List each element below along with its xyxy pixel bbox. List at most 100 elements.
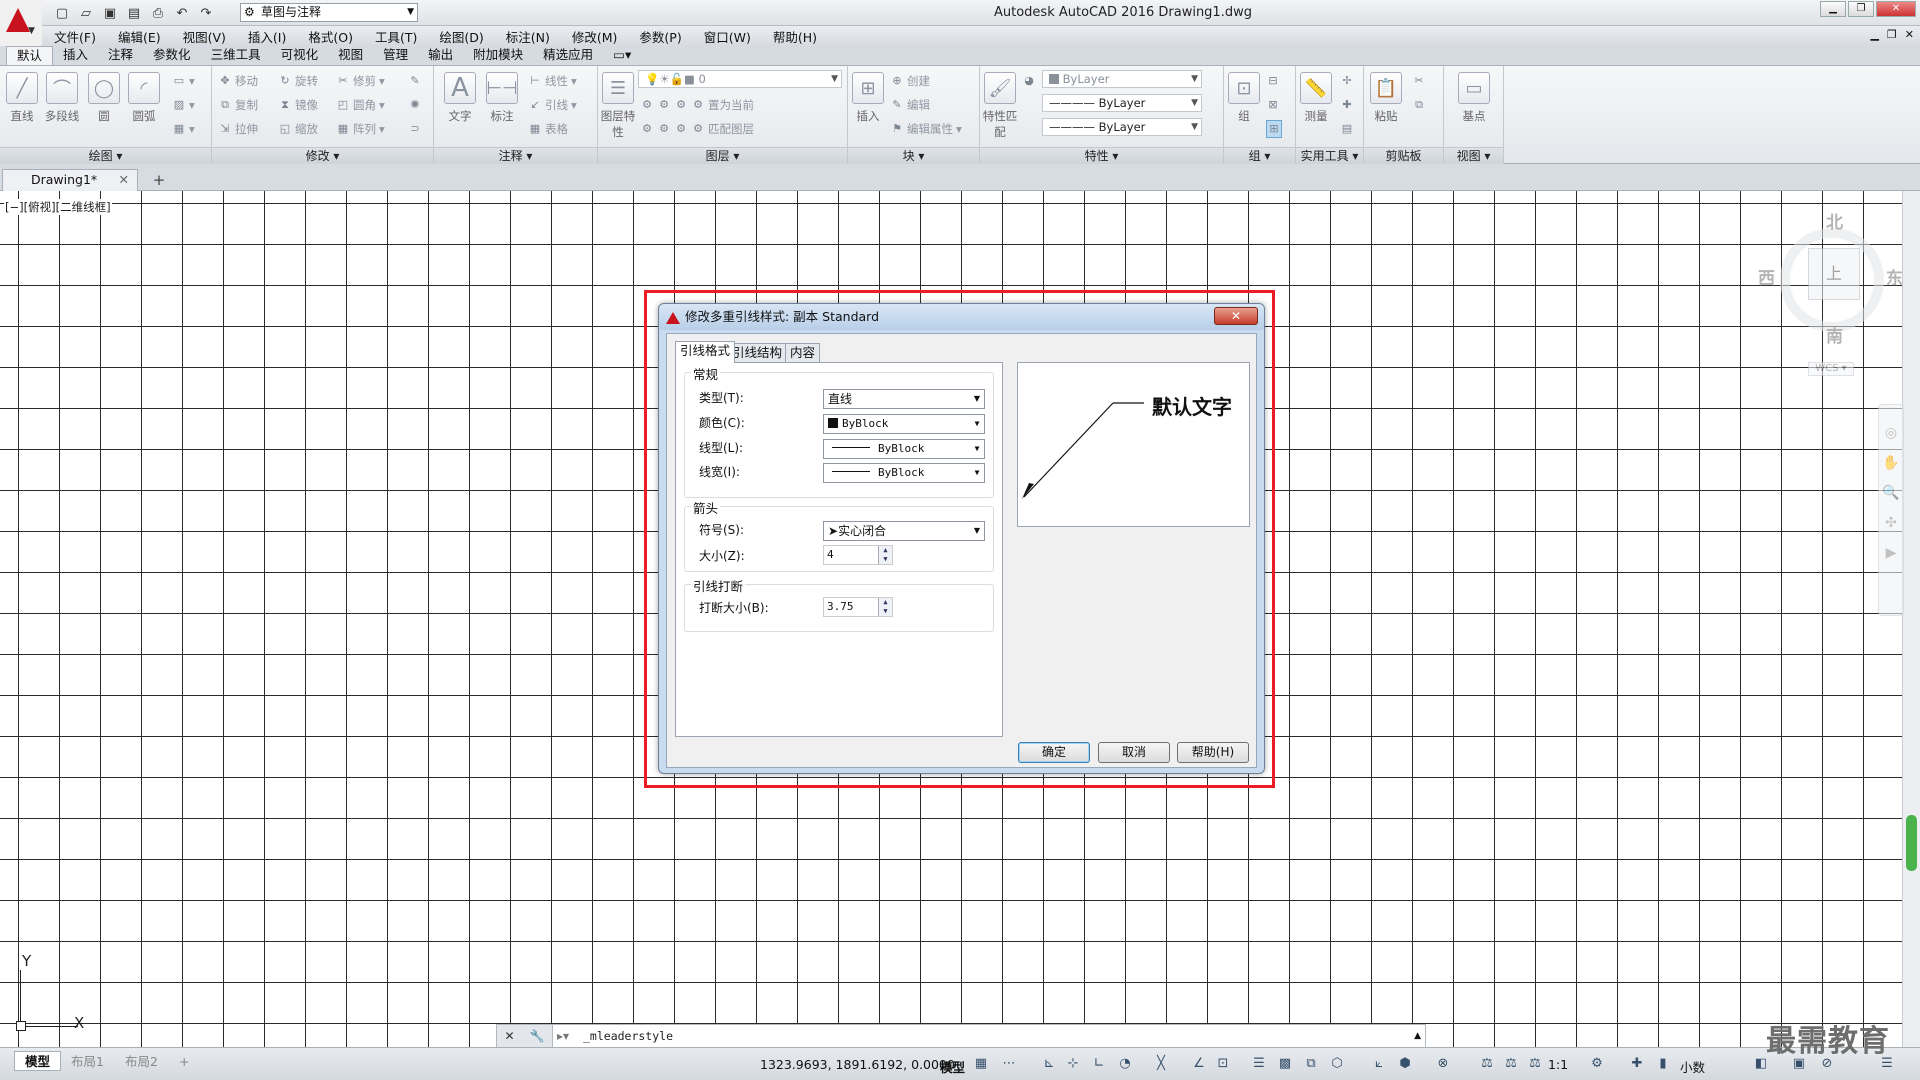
mirror-button[interactable]: ⧗ 镜像 bbox=[278, 96, 318, 114]
isodraft-icon[interactable]: ╳ bbox=[1152, 1055, 1170, 1073]
tab-view[interactable]: 视图 bbox=[328, 46, 373, 65]
showmotion-icon[interactable]: ▶ bbox=[1886, 545, 1897, 561]
array-button[interactable]: ▦ 阵列 ▾ bbox=[336, 120, 385, 138]
circle-button[interactable]: ◯ 圆 bbox=[86, 72, 122, 124]
orbit-icon[interactable]: ✣ bbox=[1885, 515, 1897, 531]
dynamic-ucs-icon[interactable]: ⟀ bbox=[1370, 1055, 1388, 1073]
dialog-close-button[interactable]: ✕ bbox=[1214, 307, 1258, 325]
leader-button[interactable]: ↙ 引线 ▾ bbox=[528, 96, 576, 114]
command-input[interactable]: _mleaderstyle bbox=[583, 1025, 673, 1047]
copy-button[interactable]: ⧉ 复制 bbox=[218, 96, 258, 114]
steeringwheel-icon[interactable]: ◎ bbox=[1885, 425, 1897, 441]
selection-cycling-icon[interactable]: ⧉ bbox=[1302, 1055, 1320, 1073]
ungroup-icon[interactable]: ⊟ bbox=[1266, 72, 1280, 90]
annotation-visibility-icon[interactable]: ⚖ bbox=[1478, 1055, 1496, 1073]
break-size-input[interactable]: 3.75 ▲ ▼ bbox=[823, 597, 893, 617]
object-snap-icon[interactable]: ⊡ bbox=[1214, 1055, 1232, 1073]
add-layout-button[interactable]: + bbox=[168, 1051, 200, 1071]
polyline-button[interactable]: ⌒ 多段线 bbox=[44, 72, 80, 124]
layout-tab-layout1[interactable]: 布局1 bbox=[60, 1051, 115, 1071]
create-block-button[interactable]: ⊕ 创建 bbox=[890, 72, 930, 90]
chevron-up-icon[interactable]: ▲ bbox=[1414, 1025, 1421, 1047]
menu-file[interactable]: 文件(F) bbox=[44, 27, 106, 46]
selection-filter-icon[interactable]: ⬢ bbox=[1396, 1055, 1414, 1073]
menu-insert[interactable]: 插入(I) bbox=[238, 27, 296, 46]
panel-properties-title[interactable]: 特性 ▾ bbox=[980, 147, 1223, 164]
arc-button[interactable]: ◜ 圆弧 bbox=[126, 72, 162, 124]
insert-block-button[interactable]: ⊞ 插入 bbox=[850, 72, 886, 124]
pan-icon[interactable]: ✋ bbox=[1882, 455, 1899, 471]
boundary-button[interactable]: ▦ ▾ bbox=[172, 120, 195, 138]
tab-default[interactable]: 默认 bbox=[6, 46, 54, 65]
workspace-gear-icon[interactable]: ⚙ bbox=[1588, 1055, 1606, 1073]
doc-tab-drawing1[interactable]: Drawing1* ✕ bbox=[2, 169, 138, 191]
match-properties-button[interactable]: 🖌 特性匹配 bbox=[982, 72, 1018, 140]
tab-leader-structure[interactable]: 引线结构 bbox=[727, 343, 788, 362]
coordinate-readout[interactable]: 1323.9693, 1891.6192, 0.0000 bbox=[760, 1057, 955, 1072]
annotation-scale-icon[interactable]: ⚖ bbox=[1526, 1055, 1544, 1073]
menu-dimension[interactable]: 标注(N) bbox=[496, 27, 560, 46]
leader-linetype-select[interactable]: ByBlock ▼ bbox=[823, 439, 985, 459]
transparency-icon[interactable]: ▩ bbox=[1276, 1055, 1294, 1073]
close-window-button[interactable]: ✕ bbox=[1876, 1, 1916, 17]
tab-parametric[interactable]: 参数化 bbox=[143, 46, 201, 65]
move-button[interactable]: ✥ 移动 bbox=[218, 72, 258, 90]
infer-constraints-icon[interactable]: ⊾ bbox=[1040, 1055, 1058, 1073]
help-button[interactable]: 帮助(H) bbox=[1177, 742, 1249, 763]
panel-group-title[interactable]: 组 ▾ bbox=[1224, 147, 1295, 164]
tab-featured-apps[interactable]: 精选应用 bbox=[533, 46, 603, 65]
panel-annotation-title[interactable]: 注释 ▾ bbox=[434, 147, 597, 164]
rectangle-button[interactable]: ▭ ▾ bbox=[172, 72, 195, 90]
menu-parametric[interactable]: 参数(P) bbox=[629, 27, 691, 46]
print-icon[interactable]: ⎙ bbox=[148, 4, 168, 22]
viewport-controls-label[interactable]: [−][俯视][二维线框] bbox=[4, 199, 112, 215]
leader-color-select[interactable]: ByBlock ▼ bbox=[823, 414, 985, 434]
grid-icon[interactable]: ▦ bbox=[972, 1055, 990, 1073]
undo-icon[interactable]: ↶ bbox=[172, 4, 192, 22]
layout-tab-layout2[interactable]: 布局2 bbox=[114, 1051, 169, 1071]
arrowhead-size-input[interactable]: 4 ▲ ▼ bbox=[823, 545, 893, 565]
ortho-icon[interactable]: ∟ bbox=[1090, 1055, 1108, 1073]
wcs-menu[interactable]: WCS ▾ bbox=[1808, 362, 1854, 376]
snap-icon[interactable]: ⋯ bbox=[1000, 1055, 1018, 1073]
line-button[interactable]: ╱ 直线 bbox=[4, 72, 40, 124]
annotation-scale-value[interactable]: 1:1 bbox=[1548, 1057, 1568, 1072]
spinner-icon[interactable]: ▲ ▼ bbox=[878, 598, 892, 616]
group-button[interactable]: ⊡ 组 bbox=[1226, 72, 1262, 124]
workspace-dropdown[interactable]: ⚙ 草图与注释 ▼ bbox=[240, 3, 418, 22]
stretch-button[interactable]: ⇲ 拉伸 bbox=[218, 120, 258, 138]
linetype-dropdown[interactable]: ———— ByLayer ▼ bbox=[1042, 94, 1202, 112]
close-icon[interactable]: ✕ bbox=[119, 170, 129, 190]
polar-icon[interactable]: ◔ bbox=[1116, 1055, 1134, 1073]
units-indicator[interactable]: 小数 bbox=[1680, 1057, 1705, 1076]
edit-block-button[interactable]: ✎ 编辑 bbox=[890, 96, 930, 114]
cancel-button[interactable]: 取消 bbox=[1098, 742, 1170, 763]
annotation-monitor-icon[interactable]: ✚ bbox=[1628, 1055, 1646, 1073]
dimension-button[interactable]: ⊢⊣ 标注 bbox=[484, 72, 520, 124]
trim-button[interactable]: ✂ 修剪 ▾ bbox=[336, 72, 384, 90]
menu-edit[interactable]: 编辑(E) bbox=[108, 27, 171, 46]
model-space-indicator[interactable]: 模型 bbox=[940, 1057, 965, 1076]
edit-attributes-button[interactable]: ⚑ 编辑属性 ▾ bbox=[890, 120, 962, 138]
menu-tools[interactable]: 工具(T) bbox=[365, 27, 427, 46]
measure-button[interactable]: 📏 测量 bbox=[1298, 72, 1334, 124]
lineweight-dropdown[interactable]: ———— ByLayer ▼ bbox=[1042, 118, 1202, 136]
tab-addins[interactable]: 附加模块 bbox=[463, 46, 533, 65]
3d-osnap-icon[interactable]: ⬡ bbox=[1328, 1055, 1346, 1073]
scale-button[interactable]: ◱ 缩放 bbox=[278, 120, 318, 138]
paste-button[interactable]: 📋 粘贴 bbox=[1368, 72, 1404, 124]
tab-content[interactable]: 内容 bbox=[785, 343, 821, 362]
doc-restore-icon[interactable]: ❐ bbox=[1887, 28, 1897, 41]
scroll-thumb[interactable] bbox=[1906, 815, 1917, 871]
object-snap-tracking-icon[interactable]: ∠ bbox=[1190, 1055, 1208, 1073]
table-button[interactable]: ▦ 表格 bbox=[528, 120, 568, 138]
panel-block-title[interactable]: 块 ▾ bbox=[848, 147, 979, 164]
explode-button[interactable]: ✺ bbox=[408, 96, 422, 114]
group-edit-icon[interactable]: ⊠ bbox=[1266, 96, 1280, 114]
save-icon[interactable]: ▣ bbox=[100, 4, 120, 22]
redo-icon[interactable]: ↷ bbox=[196, 4, 216, 22]
leader-type-select[interactable]: 直线 ▼ bbox=[823, 389, 985, 409]
fillet-button[interactable]: ◰ 圆角 ▾ bbox=[336, 96, 385, 114]
leader-lineweight-select[interactable]: ByBlock ▼ bbox=[823, 463, 985, 483]
minimize-button[interactable]: ▁ bbox=[1820, 1, 1846, 17]
